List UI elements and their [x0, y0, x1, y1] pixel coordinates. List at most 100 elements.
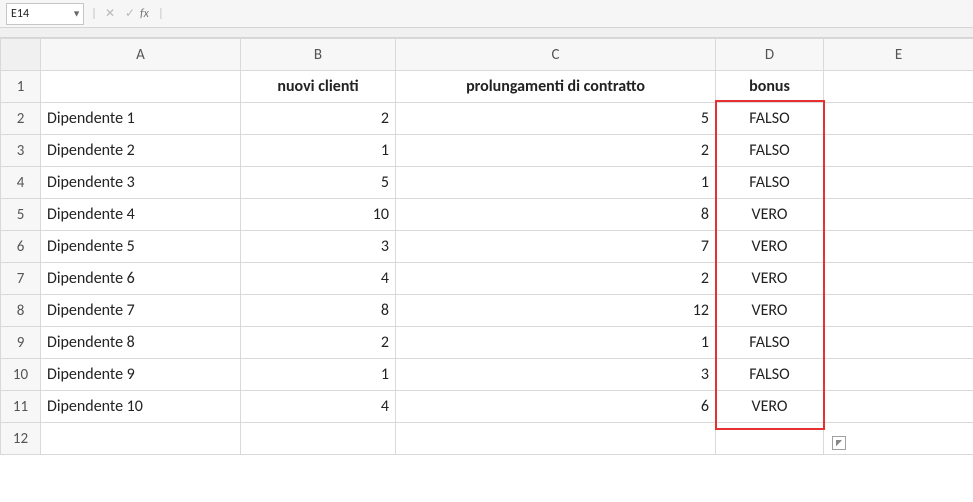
- row-header[interactable]: 12: [1, 423, 41, 455]
- cell[interactable]: nuovi clienti: [241, 71, 396, 103]
- autofill-options-icon[interactable]: [832, 436, 846, 450]
- table-row: 7 Dipendente 6 4 2 VERO: [1, 263, 973, 295]
- row-header[interactable]: 8: [1, 295, 41, 327]
- row-header[interactable]: 9: [1, 327, 41, 359]
- cell[interactable]: 8: [241, 295, 396, 327]
- cell[interactable]: FALSO: [716, 167, 824, 199]
- cell[interactable]: 2: [241, 327, 396, 359]
- cell[interactable]: 1: [241, 359, 396, 391]
- cell[interactable]: FALSO: [716, 327, 824, 359]
- row-header[interactable]: 4: [1, 167, 41, 199]
- cell[interactable]: bonus: [716, 71, 824, 103]
- table-row: 11 Dipendente 10 4 6 VERO: [1, 391, 973, 423]
- cell[interactable]: 2: [396, 263, 716, 295]
- ribbon-spacer: [0, 28, 973, 38]
- cell[interactable]: prolungamenti di contratto: [396, 71, 716, 103]
- cell[interactable]: [716, 423, 824, 455]
- row-header[interactable]: 7: [1, 263, 41, 295]
- cell[interactable]: 5: [241, 167, 396, 199]
- cell[interactable]: [824, 135, 973, 167]
- table-row: 4 Dipendente 3 5 1 FALSO: [1, 167, 973, 199]
- cell[interactable]: 6: [396, 391, 716, 423]
- separator: |: [88, 7, 100, 21]
- cell[interactable]: [824, 103, 973, 135]
- cell[interactable]: VERO: [716, 263, 824, 295]
- row-header[interactable]: 2: [1, 103, 41, 135]
- row-header[interactable]: 11: [1, 391, 41, 423]
- cell[interactable]: Dipendente 4: [41, 199, 241, 231]
- cell[interactable]: 4: [241, 263, 396, 295]
- cell[interactable]: VERO: [716, 199, 824, 231]
- cell[interactable]: Dipendente 2: [41, 135, 241, 167]
- cell[interactable]: FALSO: [716, 103, 824, 135]
- cell[interactable]: 8: [396, 199, 716, 231]
- col-header-A[interactable]: A: [41, 39, 241, 71]
- cell[interactable]: Dipendente 5: [41, 231, 241, 263]
- cell[interactable]: 3: [396, 359, 716, 391]
- cell[interactable]: FALSO: [716, 135, 824, 167]
- cell[interactable]: 5: [396, 103, 716, 135]
- cell[interactable]: Dipendente 1: [41, 103, 241, 135]
- table-row: 5 Dipendente 4 10 8 VERO: [1, 199, 973, 231]
- row-header[interactable]: 3: [1, 135, 41, 167]
- table-row: 2 Dipendente 1 2 5 FALSO: [1, 103, 973, 135]
- cell[interactable]: Dipendente 7: [41, 295, 241, 327]
- cell[interactable]: 2: [396, 135, 716, 167]
- cell[interactable]: Dipendente 3: [41, 167, 241, 199]
- cell[interactable]: [396, 423, 716, 455]
- cancel-formula-icon[interactable]: ✕: [100, 6, 120, 21]
- formula-bar: E14 ▼ | ✕ ✓ fx |: [0, 0, 973, 28]
- cell[interactable]: 10: [241, 199, 396, 231]
- cell[interactable]: VERO: [716, 295, 824, 327]
- cell[interactable]: Dipendente 8: [41, 327, 241, 359]
- cell[interactable]: VERO: [716, 391, 824, 423]
- name-box-dropdown-icon[interactable]: ▼: [72, 8, 81, 19]
- table-row: 3 Dipendente 2 1 2 FALSO: [1, 135, 973, 167]
- cell[interactable]: 1: [396, 167, 716, 199]
- table-row: 1 nuovi clienti prolungamenti di contrat…: [1, 71, 973, 103]
- row-header[interactable]: 10: [1, 359, 41, 391]
- cell[interactable]: [824, 327, 973, 359]
- cell[interactable]: [824, 71, 973, 103]
- fx-icon[interactable]: fx: [140, 7, 149, 21]
- cell[interactable]: Dipendente 6: [41, 263, 241, 295]
- cell[interactable]: [241, 423, 396, 455]
- cell[interactable]: [824, 231, 973, 263]
- cell[interactable]: FALSO: [716, 359, 824, 391]
- cell[interactable]: 1: [241, 135, 396, 167]
- column-header-row: A B C D E: [1, 39, 973, 71]
- cell[interactable]: [824, 359, 973, 391]
- cell[interactable]: [824, 391, 973, 423]
- spreadsheet-grid[interactable]: A B C D E 1 nuovi clienti prolungamenti …: [0, 38, 973, 455]
- cell[interactable]: VERO: [716, 231, 824, 263]
- cell[interactable]: [41, 423, 241, 455]
- cell[interactable]: [824, 199, 973, 231]
- row-header[interactable]: 1: [1, 71, 41, 103]
- table-row: 10 Dipendente 9 1 3 FALSO: [1, 359, 973, 391]
- cell[interactable]: [41, 71, 241, 103]
- row-header[interactable]: 6: [1, 231, 41, 263]
- cell[interactable]: 3: [241, 231, 396, 263]
- name-box[interactable]: E14 ▼: [6, 3, 84, 25]
- cell[interactable]: Dipendente 9: [41, 359, 241, 391]
- cell[interactable]: 4: [241, 391, 396, 423]
- sheet-area: A B C D E 1 nuovi clienti prolungamenti …: [0, 38, 973, 455]
- col-header-C[interactable]: C: [396, 39, 716, 71]
- cell[interactable]: [824, 167, 973, 199]
- col-header-E[interactable]: E: [824, 39, 973, 71]
- cell[interactable]: 7: [396, 231, 716, 263]
- formula-input[interactable]: [167, 3, 973, 25]
- table-row: 6 Dipendente 5 3 7 VERO: [1, 231, 973, 263]
- cell[interactable]: 12: [396, 295, 716, 327]
- cell[interactable]: Dipendente 10: [41, 391, 241, 423]
- col-header-D[interactable]: D: [716, 39, 824, 71]
- cell[interactable]: 2: [241, 103, 396, 135]
- row-header[interactable]: 5: [1, 199, 41, 231]
- cell[interactable]: [824, 295, 973, 327]
- cell[interactable]: [824, 263, 973, 295]
- cell[interactable]: 1: [396, 327, 716, 359]
- select-all-corner[interactable]: [1, 39, 41, 71]
- table-row: 9 Dipendente 8 2 1 FALSO: [1, 327, 973, 359]
- confirm-formula-icon[interactable]: ✓: [120, 6, 140, 21]
- col-header-B[interactable]: B: [241, 39, 396, 71]
